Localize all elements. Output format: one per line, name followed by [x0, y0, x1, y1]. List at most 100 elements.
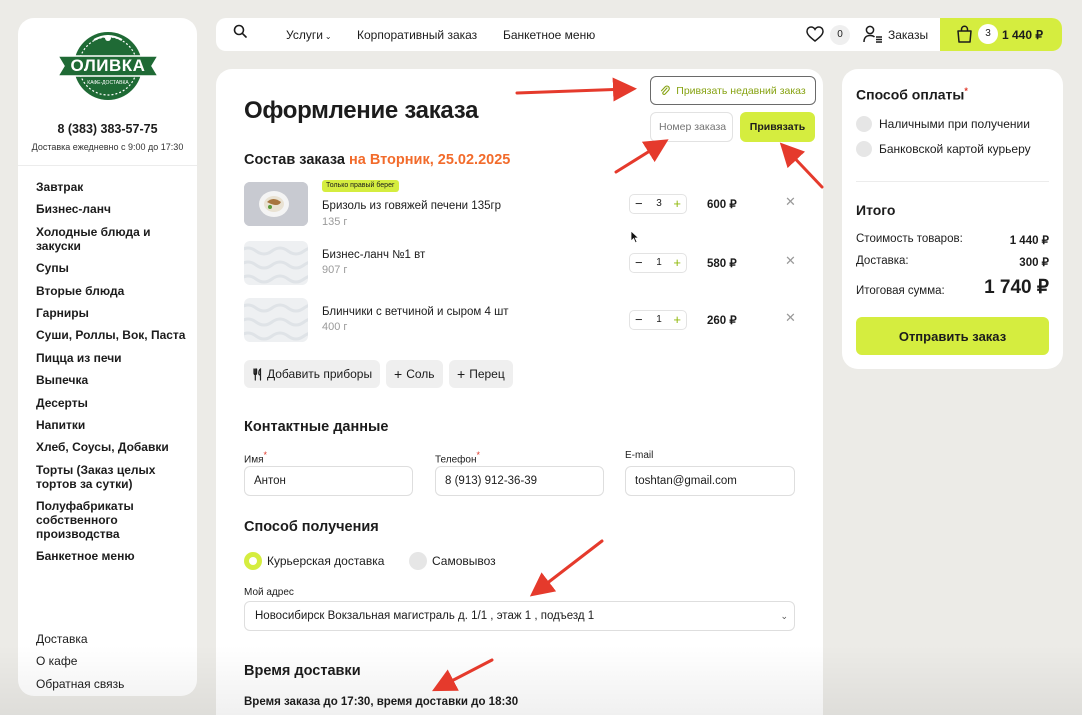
footer-link-feedback[interactable]: Обратная связь	[36, 677, 124, 691]
remove-item-icon[interactable]: ✕	[785, 310, 796, 326]
sidebar-item[interactable]: Бизнес-ланч	[36, 202, 186, 216]
item-name[interactable]: Блинчики с ветчиной и сыром 4 шт	[322, 306, 509, 318]
name-field[interactable]: Антон	[244, 466, 413, 496]
sidebar-item[interactable]: Выпечка	[36, 373, 186, 387]
delivery-time-note: Время заказа до 17:30, время доставки до…	[244, 696, 519, 708]
courier-label[interactable]: Курьерская доставка	[267, 554, 384, 568]
chevron-down-icon: ⌄	[780, 611, 788, 621]
pickup-radio[interactable]	[409, 552, 427, 570]
paperclip-icon	[661, 85, 671, 95]
sidebar-item[interactable]: Гарниры	[36, 306, 186, 320]
card-radio[interactable]	[856, 141, 872, 157]
final-sum-value: 1 740 ₽	[984, 277, 1049, 298]
sidebar-item[interactable]: Десерты	[36, 396, 186, 410]
nav-banquet-menu[interactable]: Банкетное меню	[503, 28, 595, 42]
increase-button[interactable]: +	[673, 311, 681, 329]
logo-text: ОЛИВКА	[70, 56, 146, 75]
user-orders-icon[interactable]	[863, 25, 883, 43]
item-name[interactable]: Бризоль из говяжей печени 135гр	[322, 200, 501, 212]
cart-item: Бизнес-ланч №1 вт 907 г − 1 + 580 ₽ ✕	[244, 241, 804, 285]
quantity-stepper: − 3 +	[629, 194, 687, 214]
sidebar-item[interactable]: Завтрак	[36, 180, 186, 194]
sidebar-item[interactable]: Напитки	[36, 418, 186, 432]
payment-method-title: Способ оплаты	[856, 86, 965, 103]
delivery-cost-value: 300 ₽	[1019, 257, 1049, 269]
payment-method-heading: Способ оплаты*	[856, 86, 968, 103]
increase-button[interactable]: +	[673, 195, 681, 213]
payment-divider	[856, 181, 1049, 182]
logo[interactable]: ОЛИВКА КАФЕ-ДОСТАВКА	[56, 30, 160, 102]
goods-cost-value: 1 440 ₽	[1009, 235, 1049, 247]
cart-count-badge: 3	[978, 24, 998, 44]
favorites-count-badge: 0	[830, 25, 850, 45]
sidebar-item[interactable]: Банкетное меню	[36, 549, 186, 563]
phone-number[interactable]: 8 (383) 383-57-75	[18, 122, 197, 136]
item-name[interactable]: Бизнес-ланч №1 вт	[322, 249, 425, 261]
attach-recent-order-label: Привязать недавний заказ	[676, 84, 806, 97]
cash-option-label[interactable]: Наличными при получении	[879, 117, 1030, 131]
remove-item-icon[interactable]: ✕	[785, 194, 796, 210]
order-number-input[interactable]	[650, 112, 733, 142]
receive-method-heading: Способ получения	[244, 519, 379, 535]
phone-label: Телефон*	[435, 450, 480, 465]
item-price: 260 ₽	[707, 315, 737, 327]
submit-order-button[interactable]: Отправить заказ	[856, 317, 1049, 355]
chevron-down-icon: ⌄	[324, 32, 332, 41]
sidebar-item[interactable]: Суши, Роллы, Вок, Паста	[36, 328, 186, 342]
address-select[interactable]: Новосибирск Вокзальная магистраль д. 1/1…	[244, 601, 795, 631]
item-price: 580 ₽	[707, 258, 737, 270]
heart-icon[interactable]	[806, 26, 824, 42]
sidebar-item[interactable]: Полуфабрикаты собственного производства	[36, 499, 186, 541]
attach-recent-order-button[interactable]: Привязать недавний заказ	[650, 76, 816, 105]
nav-services[interactable]: Услуги ⌄	[286, 28, 332, 44]
checkout-panel: Оформление заказа Привязать недавний зак…	[216, 69, 823, 715]
total-heading: Итого	[856, 202, 896, 218]
phone-label-text: Телефон	[435, 454, 477, 466]
top-bar: Услуги ⌄ Корпоративный заказ Банкетное ме…	[216, 18, 1062, 51]
wave-pattern-icon	[244, 303, 308, 341]
cart-item: Блинчики с ветчиной и сыром 4 шт 400 г −…	[244, 298, 804, 342]
courier-radio[interactable]	[244, 552, 262, 570]
nav-corporate-order[interactable]: Корпоративный заказ	[357, 28, 477, 42]
food-plate-icon	[244, 182, 308, 226]
name-label: Имя*	[244, 450, 267, 465]
name-label-text: Имя	[244, 454, 264, 466]
cart-item: Только правый берег Бризоль из говяжей п…	[244, 180, 804, 228]
footer-link-about[interactable]: О кафе	[36, 654, 124, 668]
add-cutlery-button[interactable]: Добавить приборы	[244, 360, 381, 388]
remove-item-icon[interactable]: ✕	[785, 253, 796, 269]
plus-icon: +	[394, 366, 403, 382]
order-composition-heading: Состав заказа на Вторник, 25.02.2025	[244, 152, 510, 168]
sidebar: ОЛИВКА КАФЕ-ДОСТАВКА 8 (383) 383-57-75 Д…	[18, 18, 197, 696]
phone-field[interactable]: 8 (913) 912-36-39	[435, 466, 604, 496]
cart-button[interactable]: 3 1 440 ₽	[940, 18, 1062, 51]
increase-button[interactable]: +	[673, 254, 681, 272]
sidebar-item[interactable]: Супы	[36, 261, 186, 275]
email-field[interactable]: toshtan@gmail.com	[625, 466, 795, 496]
address-value: Новосибирск Вокзальная магистраль д. 1/1…	[255, 610, 595, 622]
add-pepper-button[interactable]: + Перец	[449, 360, 513, 388]
sidebar-item[interactable]: Пицца из печи	[36, 351, 186, 365]
payment-panel: Способ оплаты* Наличными при получении Б…	[842, 69, 1063, 369]
sidebar-item[interactable]: Торты (Заказ целых тортов за сутки)	[36, 463, 186, 491]
delivery-time-heading: Время доставки	[244, 663, 361, 679]
attach-button[interactable]: Привязать	[740, 112, 815, 142]
add-salt-button[interactable]: + Соль	[386, 360, 443, 388]
card-option-label[interactable]: Банковской картой курьеру	[879, 142, 1031, 156]
add-cutlery-label: Добавить приборы	[267, 367, 373, 381]
product-image-placeholder	[244, 298, 308, 342]
sidebar-item[interactable]: Холодные блюда и закуски	[36, 225, 186, 253]
wave-pattern-icon	[244, 246, 308, 284]
search-icon[interactable]	[233, 24, 247, 38]
pickup-label[interactable]: Самовывоз	[432, 554, 496, 568]
shopping-bag-icon	[957, 25, 972, 43]
cash-radio[interactable]	[856, 116, 872, 132]
sidebar-item[interactable]: Вторые блюда	[36, 284, 186, 298]
order-date: на Вторник, 25.02.2025	[349, 152, 511, 168]
quantity-stepper: − 1 +	[629, 310, 687, 330]
sidebar-item[interactable]: Хлеб, Соусы, Добавки	[36, 440, 186, 454]
footer-link-delivery[interactable]: Доставка	[36, 632, 124, 646]
nav-services-label: Услуги	[286, 28, 323, 42]
order-composition-label: Состав заказа	[244, 152, 345, 168]
orders-link[interactable]: Заказы	[888, 28, 928, 42]
